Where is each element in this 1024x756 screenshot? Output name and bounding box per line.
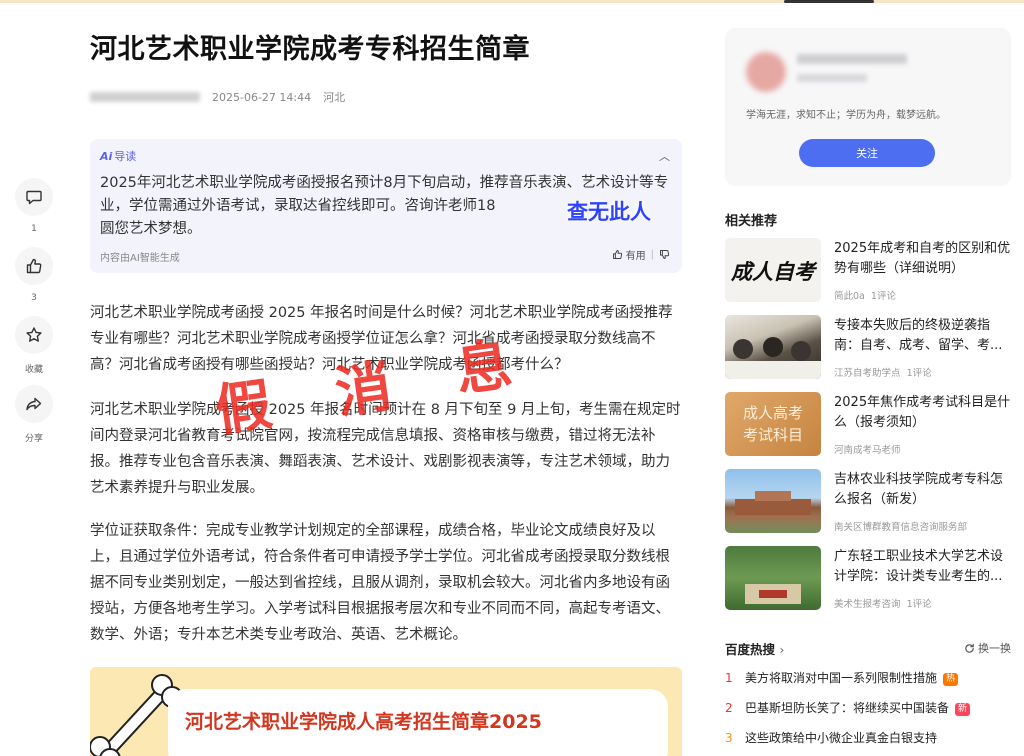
author-stats-blurred xyxy=(797,74,867,82)
author-name-blurred[interactable] xyxy=(797,54,907,64)
article-title: 河北艺术职业学院成考专科招生简章 xyxy=(90,34,530,65)
related-thumbnail[interactable]: 成人自考 xyxy=(725,238,821,302)
related-item[interactable]: 成人高考考试科目 2025年焦作成考考试科目是什么（报考须知） 河南成考马老师 xyxy=(725,392,1011,458)
related-section-title: 相关推荐 xyxy=(725,214,778,229)
ai-summary-box: Ai 导读 ︿ 2025年河北艺术职业学院成考函授报名预计8月下旬启动，推荐音乐… xyxy=(90,139,682,273)
ai-logo-icon: Ai xyxy=(100,149,113,163)
thumbs-up-icon[interactable] xyxy=(15,247,53,285)
hot-tag-badge: 热 xyxy=(943,673,959,686)
related-item-meta: 南关区博群教育信息咨询服务部 xyxy=(834,522,968,533)
hot-search-item[interactable]: 3 这些政策给中小微企业真金白银支持 xyxy=(725,729,1011,749)
chevron-right-icon: › xyxy=(779,642,785,657)
hot-search-item[interactable]: 2 巴基斯坦防长笑了：将继续买中国装备新 xyxy=(725,699,1011,719)
like-count: 3 xyxy=(31,293,37,303)
share-action[interactable]: 分享 xyxy=(14,385,54,444)
author-card: 学海无涯，求知不止；学历为舟，载梦远航。 关注 xyxy=(725,28,1011,186)
favorite-action[interactable]: 收藏 xyxy=(14,316,54,375)
ai-summary-header: Ai 导读 xyxy=(100,148,136,164)
article-paragraph-3: 学位证获取条件：完成专业教学计划规定的全部课程，成绩合格，毕业论文成绩良好及以上… xyxy=(90,523,670,643)
star-icon[interactable] xyxy=(15,316,53,354)
avatar[interactable] xyxy=(746,52,786,92)
article-banner-image[interactable]: 河北艺术职业学院成人高考招生简章2025 xyxy=(90,667,682,756)
article-paragraph-1: 河北艺术职业学院成考函授 2025 年报名时间是什么时候？河北艺术职业学院成考函… xyxy=(90,305,673,373)
related-item-title[interactable]: 广东轻工职业技术大学艺术设计学院：设计类专业考生的... xyxy=(834,547,1012,587)
related-item-title[interactable]: 吉林农业科技学院成考专科怎么报名（新发） xyxy=(834,470,1012,510)
refresh-icon xyxy=(965,643,974,653)
follow-button[interactable]: 关注 xyxy=(799,139,935,167)
related-item[interactable]: 成人自考 2025年成考和自考的区别和优势有哪些（详细说明） 简此0a 1评论 xyxy=(725,238,1011,304)
article-paragraph-2: 河北艺术职业学院成考函授 2025 年报名时间预计在 8 月下旬至 9 月上旬，… xyxy=(90,402,681,496)
comment-count: 1 xyxy=(31,224,37,234)
new-tag-badge: 新 xyxy=(955,703,971,716)
related-item-meta: 简此0a 1评论 xyxy=(834,291,896,302)
top-accent-line xyxy=(0,0,1024,3)
author-motto: 学海无涯，求知不止；学历为舟，载梦远航。 xyxy=(746,110,946,121)
related-item[interactable]: 广东轻工职业技术大学艺术设计学院：设计类专业考生的... 美术生报考咨询 1评论 xyxy=(725,546,1011,612)
publish-date: 2025-06-27 14:44 xyxy=(212,90,312,104)
related-thumbnail[interactable] xyxy=(725,469,821,533)
chevron-up-icon[interactable]: ︿ xyxy=(659,148,670,164)
related-thumbnail[interactable] xyxy=(725,315,821,379)
related-item[interactable]: 专接本失败后的终极逆袭指南：自考、成考、留学、考... 江苏自考助学点 1评论 xyxy=(725,315,1011,381)
related-thumbnail[interactable] xyxy=(725,546,821,610)
related-thumbnail[interactable]: 成人高考考试科目 xyxy=(725,392,821,456)
banner-title: 河北艺术职业学院成人高考招生简章2025 xyxy=(185,711,542,733)
hot-search-title[interactable]: 百度热搜 › xyxy=(725,639,784,658)
thumbs-down-icon[interactable] xyxy=(659,249,670,260)
article-meta: 2025-06-27 14:44 河北 xyxy=(90,89,345,105)
related-item-meta: 美术生报考咨询 1评论 xyxy=(834,599,932,610)
ai-summary-label: 导读 xyxy=(114,150,137,163)
overlay-stamp-not-found: 查无此人 xyxy=(567,200,651,224)
hot-search-header: 百度热搜 › 换一换 xyxy=(725,639,1011,659)
publish-location: 河北 xyxy=(323,91,346,104)
related-item-title[interactable]: 2025年焦作成考考试科目是什么（报考须知） xyxy=(834,393,1012,433)
author-name-blurred[interactable] xyxy=(90,92,200,102)
like-action[interactable]: 3 xyxy=(14,247,54,303)
thumbs-up-icon xyxy=(612,250,622,259)
share-label: 分享 xyxy=(24,434,43,444)
useful-button[interactable]: 有用 xyxy=(612,247,646,262)
hot-search-item[interactable]: 1 美方将取消对中国一系列限制性措施热 xyxy=(725,669,1011,689)
share-icon[interactable] xyxy=(15,385,53,423)
favorite-label: 收藏 xyxy=(24,365,43,375)
refresh-button[interactable]: 换一换 xyxy=(964,640,1011,656)
comment-action[interactable]: 1 xyxy=(14,178,54,234)
related-item[interactable]: 吉林农业科技学院成考专科怎么报名（新发） 南关区博群教育信息咨询服务部 xyxy=(725,469,1011,535)
related-item-title[interactable]: 专接本失败后的终极逆袭指南：自考、成考、留学、考... xyxy=(834,316,1012,356)
related-item-meta: 河南成考马老师 xyxy=(834,445,901,456)
related-item-meta: 江苏自考助学点 1评论 xyxy=(834,368,932,379)
comment-icon[interactable] xyxy=(15,178,53,216)
ai-feedback: 有用 | xyxy=(612,247,670,262)
related-item-title[interactable]: 2025年成考和自考的区别和优势有哪些（详细说明） xyxy=(834,239,1012,279)
ai-summary-footer: 内容由AI智能生成 xyxy=(100,253,180,264)
